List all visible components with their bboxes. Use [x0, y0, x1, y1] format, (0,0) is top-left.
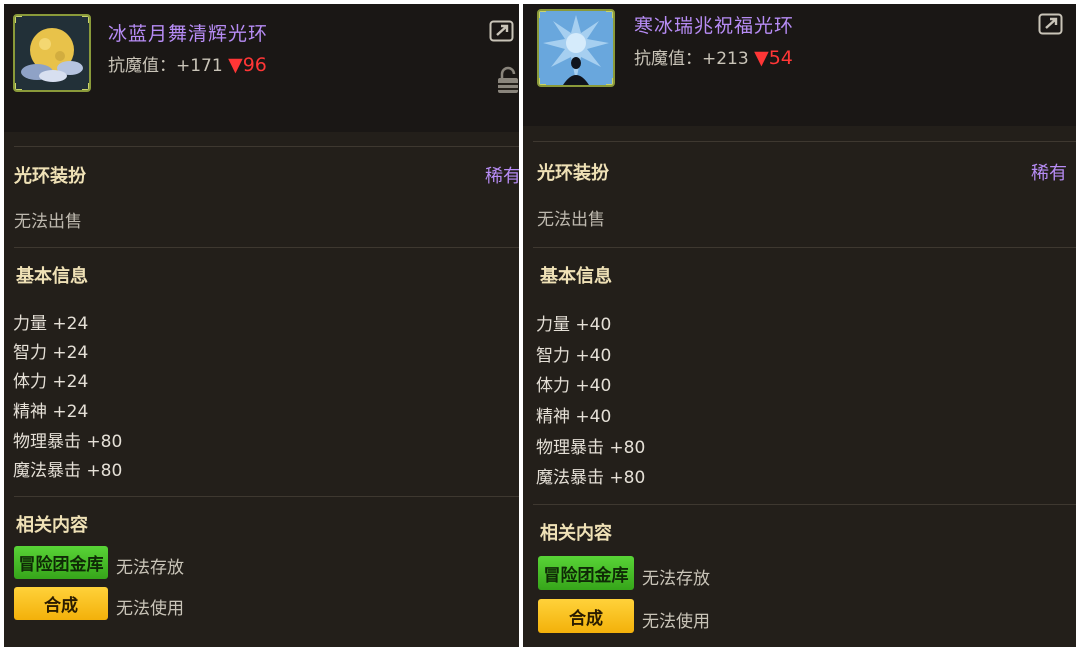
stat-line: 力量 +24 [13, 314, 89, 334]
item-tooltip-right: 寒冰瑞兆祝福光环 抗魔值：+213 ▼54 光环装扮 稀有 无法出售 基本信息 … [523, 4, 1076, 647]
resist-number: +213 [702, 49, 749, 69]
stat-line: 智力 +40 [536, 346, 612, 366]
stat-line: 魔法暴击 +80 [536, 468, 646, 488]
stat-line: 智力 +24 [13, 343, 89, 363]
sell-status: 无法出售 [14, 212, 82, 232]
lock-icon[interactable] [497, 66, 519, 94]
stat-line: 体力 +40 [536, 376, 612, 396]
ice-aura-icon [537, 9, 615, 87]
section-related: 相关内容 [540, 523, 612, 544]
item-header: 冰蓝月舞清辉光环 抗魔值：+171 ▼96 [4, 4, 519, 132]
craft-note: 无法使用 [642, 612, 710, 632]
stat-line: 魔法暴击 +80 [13, 461, 123, 481]
resist-label: 抗魔值： [108, 56, 176, 76]
rarity-label: 稀有 [1031, 163, 1067, 184]
stat-line: 物理暴击 +80 [13, 432, 123, 452]
resist-label: 抗魔值： [634, 49, 702, 69]
resist-value: 抗魔值：+213 ▼54 [634, 44, 793, 69]
stat-line: 力量 +40 [536, 315, 612, 335]
stat-line: 物理暴击 +80 [536, 438, 646, 458]
craft-button[interactable]: 合成 [538, 599, 634, 633]
share-icon[interactable] [489, 20, 515, 42]
section-basic-info: 基本信息 [16, 266, 88, 287]
item-tooltip-left: 冰蓝月舞清辉光环 抗魔值：+171 ▼96 光环装扮 稀有 无法出售 基本信息 … [4, 4, 519, 647]
divider [533, 247, 1076, 248]
sell-status: 无法出售 [537, 210, 605, 230]
share-icon[interactable] [1038, 13, 1064, 35]
stat-line: 精神 +24 [13, 402, 89, 422]
stat-line: 体力 +24 [13, 372, 89, 392]
section-related: 相关内容 [16, 515, 88, 536]
item-name: 冰蓝月舞清辉光环 [108, 23, 269, 45]
resist-value: 抗魔值：+171 ▼96 [108, 51, 267, 76]
adventure-bank-button[interactable]: 冒险团金库 [14, 546, 108, 579]
item-header: 寒冰瑞兆祝福光环 抗魔值：+213 ▼54 [523, 4, 1076, 126]
resist-delta: ▼96 [228, 54, 267, 76]
divider [533, 141, 1076, 142]
adventure-bank-button[interactable]: 冒险团金库 [538, 556, 634, 590]
divider [14, 247, 519, 248]
resist-number: +171 [176, 56, 223, 76]
stat-line: 精神 +40 [536, 407, 612, 427]
divider [533, 504, 1076, 505]
section-basic-info: 基本信息 [540, 266, 612, 287]
divider [14, 496, 519, 497]
rarity-label: 稀有 [485, 166, 519, 187]
bank-note: 无法存放 [642, 569, 710, 589]
resist-delta: ▼54 [754, 47, 793, 69]
category-label: 光环装扮 [14, 166, 86, 187]
category-label: 光环装扮 [537, 163, 609, 184]
bank-note: 无法存放 [116, 558, 184, 578]
divider [14, 146, 519, 147]
moon-aura-icon [13, 14, 91, 92]
craft-button[interactable]: 合成 [14, 587, 108, 620]
item-name: 寒冰瑞兆祝福光环 [634, 15, 795, 37]
craft-note: 无法使用 [116, 599, 184, 619]
